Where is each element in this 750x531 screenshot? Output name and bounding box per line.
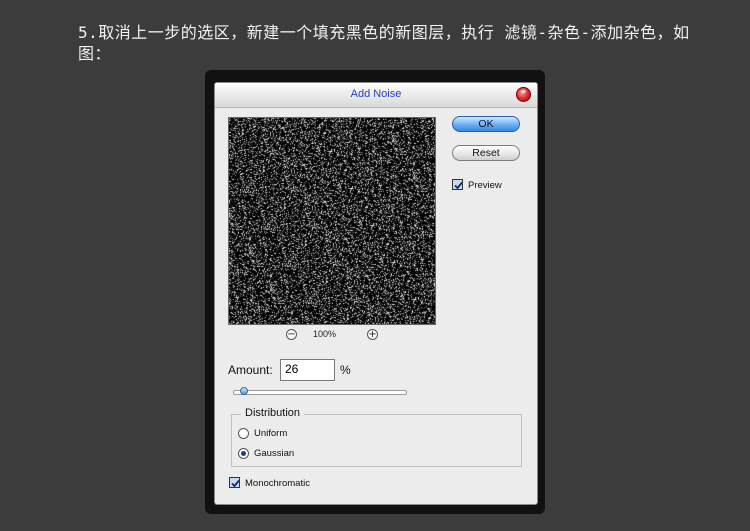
dialog-title: Add Noise [350,88,402,100]
uniform-label: Uniform [254,428,288,439]
zoom-in-icon[interactable]: + [367,329,378,340]
checkmark-icon [231,479,240,488]
uniform-radio[interactable] [238,428,249,439]
monochromatic-label: Monochromatic [245,478,310,489]
zoom-level: 100% [313,329,337,339]
noise-preview[interactable] [228,117,436,325]
distribution-group [231,414,522,467]
dialog-titlebar[interactable]: Add Noise [215,83,537,108]
amount-slider-track[interactable] [233,390,407,395]
preview-checkbox[interactable] [452,179,463,190]
gaussian-radio[interactable] [238,448,249,459]
gaussian-label: Gaussian [254,448,295,459]
preview-label: Preview [468,180,502,191]
ok-button[interactable]: OK [452,116,520,132]
zoom-out-icon[interactable]: − [286,329,297,340]
distribution-title: Distribution [241,407,305,419]
amount-label: Amount: [228,363,273,377]
amount-input[interactable]: 26 [280,359,335,381]
instruction-caption: 5.取消上一步的选区，新建一个填充黑色的新图层，执行 滤镜-杂色-添加杂色，如图… [78,23,690,63]
reset-button[interactable]: Reset [452,145,520,161]
checkmark-icon [454,181,463,190]
close-icon[interactable] [516,87,531,102]
add-noise-dialog: Add Noise − 100% + OK Reset Preview Amou… [214,82,538,505]
monochromatic-checkbox[interactable] [229,477,240,488]
amount-unit: % [340,363,351,377]
